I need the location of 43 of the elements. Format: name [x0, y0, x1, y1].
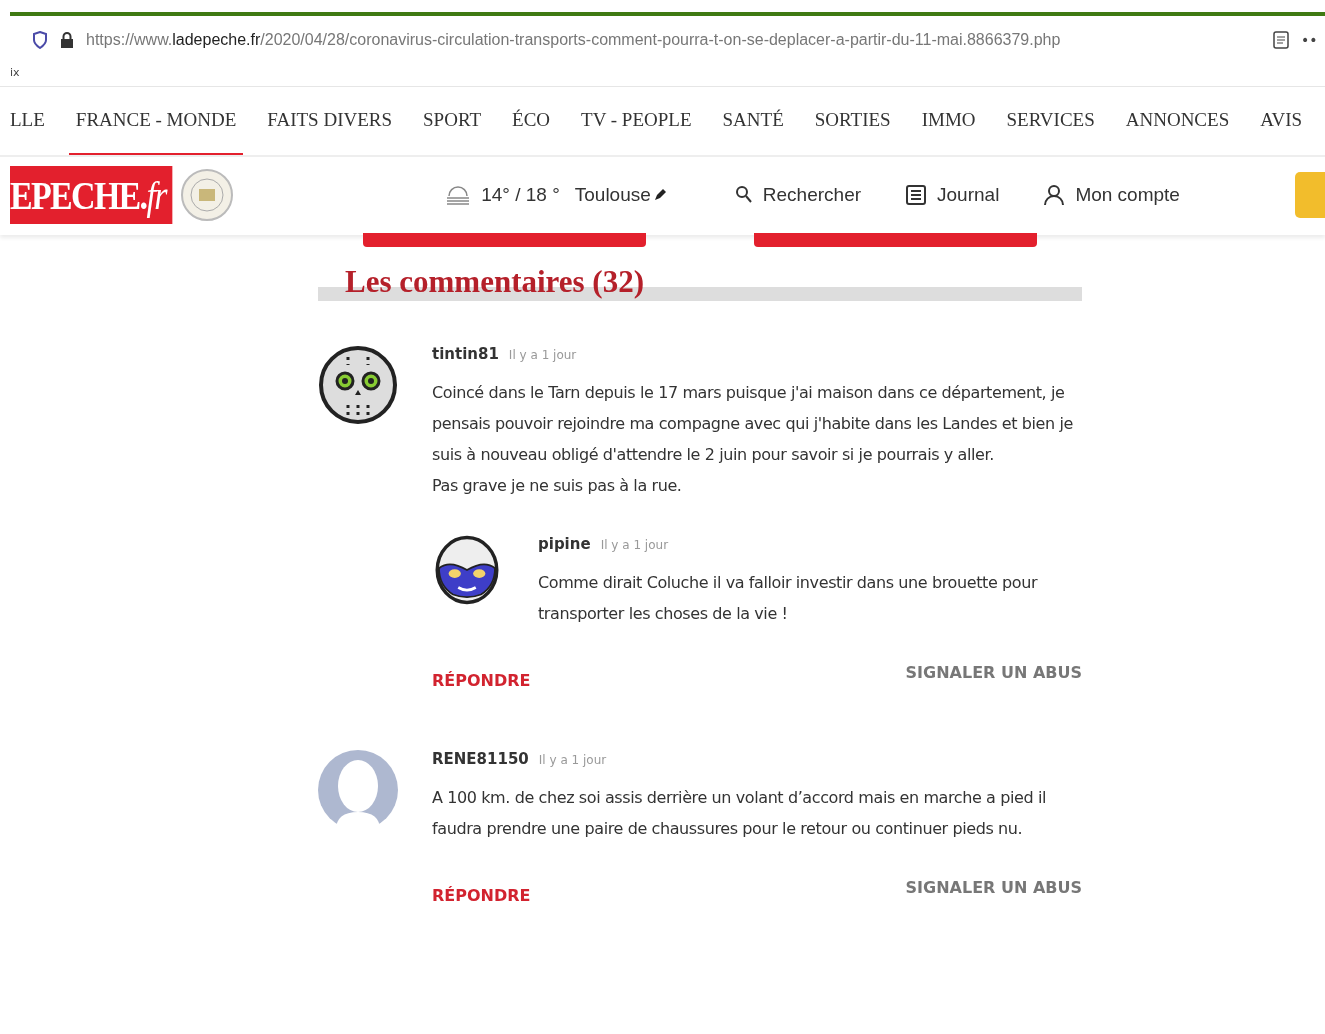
search-icon[interactable] — [734, 185, 753, 205]
city-link[interactable]: Toulouse — [574, 184, 651, 206]
lock-icon[interactable] — [60, 32, 74, 48]
reply-link[interactable]: RÉPONDRE — [432, 886, 531, 905]
reader-view-icon[interactable] — [1273, 31, 1289, 49]
report-abuse-link[interactable]: SIGNALER UN ABUS — [905, 878, 1082, 905]
nav-tab[interactable]: TV - PEOPLE — [581, 87, 692, 155]
newspaper-icon[interactable] — [905, 184, 928, 206]
comment-time: Il y a 1 jour — [600, 538, 669, 552]
tab-label[interactable]: ix — [10, 65, 20, 79]
nav-tab[interactable]: ANNONCES — [1125, 87, 1230, 155]
pencil-icon[interactable] — [652, 188, 667, 202]
reply-link[interactable]: RÉPONDRE — [432, 671, 531, 690]
temperature-text: 14° / 18 ° — [481, 184, 560, 206]
shield-icon[interactable] — [32, 31, 48, 49]
nav-tab[interactable]: SANTÉ — [722, 87, 784, 155]
account-link[interactable]: Mon compte — [1075, 184, 1180, 206]
comment-text: A 100 km. de chez soi assis derrière un volant d’accord mais en marche a pied il faudra prendre une paire de chaussures pour le retour ou continuer pieds nu. — [432, 787, 1047, 840]
cloud-icon — [445, 185, 472, 205]
comment-author[interactable]: tintin81 — [432, 345, 499, 363]
journal-link[interactable]: Journal — [937, 184, 1000, 206]
comment-time: Il y a 1 jour — [508, 348, 577, 362]
nav-tab[interactable]: AVIS — [1260, 87, 1303, 155]
comment-text: Coincé dans le Tarn depuis le 17 mars puisque j'ai maison dans ce département, je pensais pouvoir rejoindre ma compagne avec qui j'habite dans les Landes et bien je suis à nouveau obligé d'attendre le 2 juin pour savoir si je pourrais y aller. Pas grave je ne suis pas à la rue. — [432, 382, 1074, 497]
comment-text: Comme dirait Coluche il va falloir investir dans une brouette pour transporter les choses de la vie ! — [538, 572, 1039, 625]
nav-tab[interactable]: FAITS DIVERS — [267, 87, 393, 155]
nav-tab[interactable]: FRANCE - MONDE — [68, 87, 244, 155]
comment-author[interactable]: pipine — [538, 535, 591, 553]
user-icon[interactable] — [1043, 184, 1066, 206]
site-logo[interactable]: EPECHE.fr — [10, 166, 173, 224]
search-link[interactable]: Rechercher — [762, 184, 862, 206]
nav-tab[interactable]: LLE — [10, 87, 45, 155]
url-text[interactable]: https://www.ladepeche.fr/2020/04/28/coronavirus-circulation-transports-comment-pourra-t-on-se-deplacer-a-partir-du-11-mai.8866379.php — [86, 31, 1261, 49]
report-abuse-link[interactable]: SIGNALER UN ABUS — [905, 663, 1082, 690]
more-menu-button[interactable]: •• — [1301, 32, 1325, 48]
seal-icon — [181, 169, 234, 221]
nav-tab[interactable]: IMMO — [921, 87, 976, 155]
comment-time: Il y a 1 jour — [538, 753, 607, 767]
nav-tab[interactable]: SORTIES — [814, 87, 891, 155]
nav-tab[interactable]: SPORT — [423, 87, 482, 155]
nav-tab[interactable]: SERVICES — [1006, 87, 1095, 155]
nav-tab[interactable]: ÉCO — [512, 87, 551, 155]
comment-author[interactable]: RENE81150 — [432, 750, 529, 768]
